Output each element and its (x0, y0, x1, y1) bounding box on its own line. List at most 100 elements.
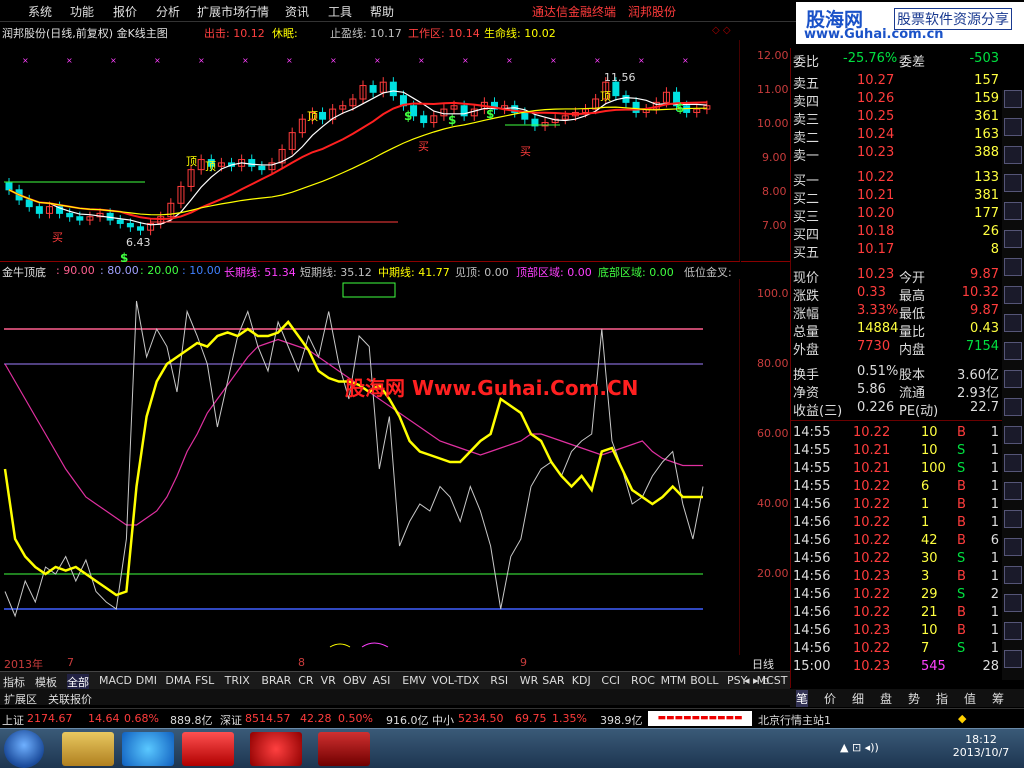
tick-count: 2 (990, 587, 999, 602)
tab-macd[interactable]: MACD (99, 674, 132, 687)
kline-candle (126, 222, 134, 228)
sidebar-info-icon[interactable] (1004, 426, 1022, 444)
sidebar-up-icon[interactable] (1004, 650, 1022, 668)
tab-指标[interactable]: 指标 (3, 674, 25, 690)
sidebar-rsi-icon[interactable] (1004, 370, 1022, 388)
ind-tick: 100.0 (757, 287, 789, 300)
tab-sar[interactable]: SAR (542, 674, 564, 687)
sidebar-cfg-icon[interactable] (1004, 454, 1022, 472)
tab-dma[interactable]: DMA (165, 674, 191, 687)
sidebar-dots-icon[interactable] (1004, 314, 1022, 332)
app-icon[interactable] (182, 732, 234, 766)
clock-date: 2013/10/7 (952, 746, 1010, 759)
ie-icon[interactable] (122, 732, 174, 766)
sidebar-arrows-icon[interactable] (1004, 398, 1022, 416)
ticker-scroll[interactable]: ▬▬▬▬▬▬▬▬▬▬ (648, 711, 752, 726)
menu-help[interactable]: 帮助 (370, 3, 394, 20)
sidebar-clock-icon[interactable] (1004, 258, 1022, 276)
sidebar-chart-icon[interactable] (1004, 286, 1022, 304)
server-name[interactable]: 北京行情主站1 (758, 712, 831, 728)
tab-dmi[interactable]: DMI (136, 674, 157, 687)
top-marker-x: × (506, 56, 513, 65)
sidebar-end-icon[interactable] (1004, 622, 1022, 640)
period-label[interactable]: 日线 (752, 656, 774, 672)
stat-row: 总量 14884 量比 0.43 (791, 320, 1003, 340)
menu-function[interactable]: 功能 (70, 3, 94, 20)
sidebar-t-icon[interactable] (1004, 566, 1022, 584)
sidebar-table-icon[interactable] (1004, 202, 1022, 220)
quote-tab-5[interactable]: 指 (936, 690, 948, 707)
sidebar-flag-icon[interactable] (1004, 342, 1022, 360)
sidebar-line-icon[interactable] (1004, 174, 1022, 192)
tab-roc[interactable]: ROC (631, 674, 655, 687)
start-button-icon[interactable] (4, 730, 44, 768)
quote-tab-4[interactable]: 势 (908, 690, 920, 707)
sidebar-box-icon[interactable] (1004, 594, 1022, 612)
sidebar-pie-icon[interactable] (1004, 146, 1022, 164)
tdx-taskbar-icon[interactable] (318, 732, 370, 766)
broker-link[interactable]: 润邦股份 (628, 3, 676, 20)
bid-row: 买四 10.18 26 (791, 223, 1003, 243)
browser-icon[interactable] (250, 732, 302, 766)
menu-news[interactable]: 资讯 (285, 3, 309, 20)
tab-wr[interactable]: WR (520, 674, 539, 687)
tab-trix[interactable]: TRIX (225, 674, 250, 687)
menu-quote[interactable]: 报价 (113, 3, 137, 20)
sell-signal-marker: $ (120, 251, 128, 262)
tick-volume: 10 (921, 443, 938, 458)
indicator-pane[interactable] (0, 279, 741, 655)
tab-asi[interactable]: ASI (373, 674, 391, 687)
tab-cr[interactable]: CR (298, 674, 313, 687)
menu-tools[interactable]: 工具 (328, 3, 352, 20)
tab-boll[interactable]: BOLL (690, 674, 718, 687)
chart-option-icon[interactable]: ◇ ◇ (712, 25, 731, 36)
ask-row: 卖一 10.23 388 (791, 144, 1003, 164)
x-axis: 2013年 7 8 9 日线 (0, 655, 790, 672)
tick-direction: B (957, 605, 966, 620)
tab-mtm[interactable]: MTM (661, 674, 687, 687)
sidebar-nav-icon[interactable] (1004, 510, 1022, 528)
tab-cci[interactable]: CCI (601, 674, 620, 687)
tab-ext-area[interactable]: 扩展区 (4, 691, 37, 707)
sidebar-bars-icon[interactable] (1004, 118, 1022, 136)
terminal-link[interactable]: 通达信金融终端 (532, 3, 616, 20)
sidebar-list-icon[interactable] (1004, 90, 1022, 108)
tab-fsl[interactable]: FSL (195, 674, 214, 687)
tab-emv[interactable]: EMV (402, 674, 426, 687)
clock[interactable]: 18:12 2013/10/7 (946, 733, 1016, 759)
explorer-icon[interactable] (62, 732, 114, 766)
tab-brar[interactable]: BRAR (261, 674, 291, 687)
tray-icons[interactable]: ▲ ⊡ ◂)) (840, 741, 879, 754)
sidebar-f5-icon[interactable] (1004, 482, 1022, 500)
bid-volume: 133 (974, 170, 999, 185)
tab-vol-tdx[interactable]: VOL-TDX (432, 674, 480, 687)
quote-tab-7[interactable]: 筹 (992, 690, 1004, 707)
tab-obv[interactable]: OBV (343, 674, 366, 687)
quote-tab-6[interactable]: 值 (964, 690, 976, 707)
tab-related-quote[interactable]: 关联报价 (48, 691, 92, 707)
tab-模板[interactable]: 模板 (35, 674, 57, 690)
quote-tab-1[interactable]: 价 (824, 690, 836, 707)
sell-signal-marker: $ (676, 101, 684, 115)
tick-volume: 100 (921, 461, 946, 476)
kline-candle (258, 165, 266, 171)
ratio-label: 委比 (793, 55, 820, 70)
tab-全部[interactable]: 全部 (67, 674, 89, 690)
life-label: 生命线: 10.02 (484, 27, 556, 40)
sidebar-x-icon[interactable] (1004, 538, 1022, 556)
menu-analysis[interactable]: 分析 (156, 3, 180, 20)
tab-scroll-icon[interactable]: ◂ ▸ ▫ (744, 674, 770, 687)
tab-rsi[interactable]: RSI (490, 674, 508, 687)
quote-tab-2[interactable]: 细 (852, 690, 864, 707)
quote-tab-0[interactable]: 笔 (796, 690, 809, 707)
kline-candle (76, 216, 84, 221)
quote-panel: 委比 -25.76% 委差 -503 卖五 10.27 157 卖四 10.26 159 卖三 10.… (790, 48, 1024, 688)
kline-pane[interactable]: × × × × × × × × × × × × × × × × 11.56 6.43 顶顶顶顶买买买 $ $ $ $ $ (0, 40, 741, 265)
tab-kdj[interactable]: KDJ (572, 674, 591, 687)
sidebar-grid-icon[interactable] (1004, 230, 1022, 248)
menu-ext-market[interactable]: 扩展市场行情 (197, 3, 269, 20)
tab-vr[interactable]: VR (321, 674, 336, 687)
menu-system[interactable]: 系统 (28, 3, 52, 20)
quote-tab-3[interactable]: 盘 (880, 690, 892, 707)
tick-time: 14:56 (793, 515, 831, 530)
